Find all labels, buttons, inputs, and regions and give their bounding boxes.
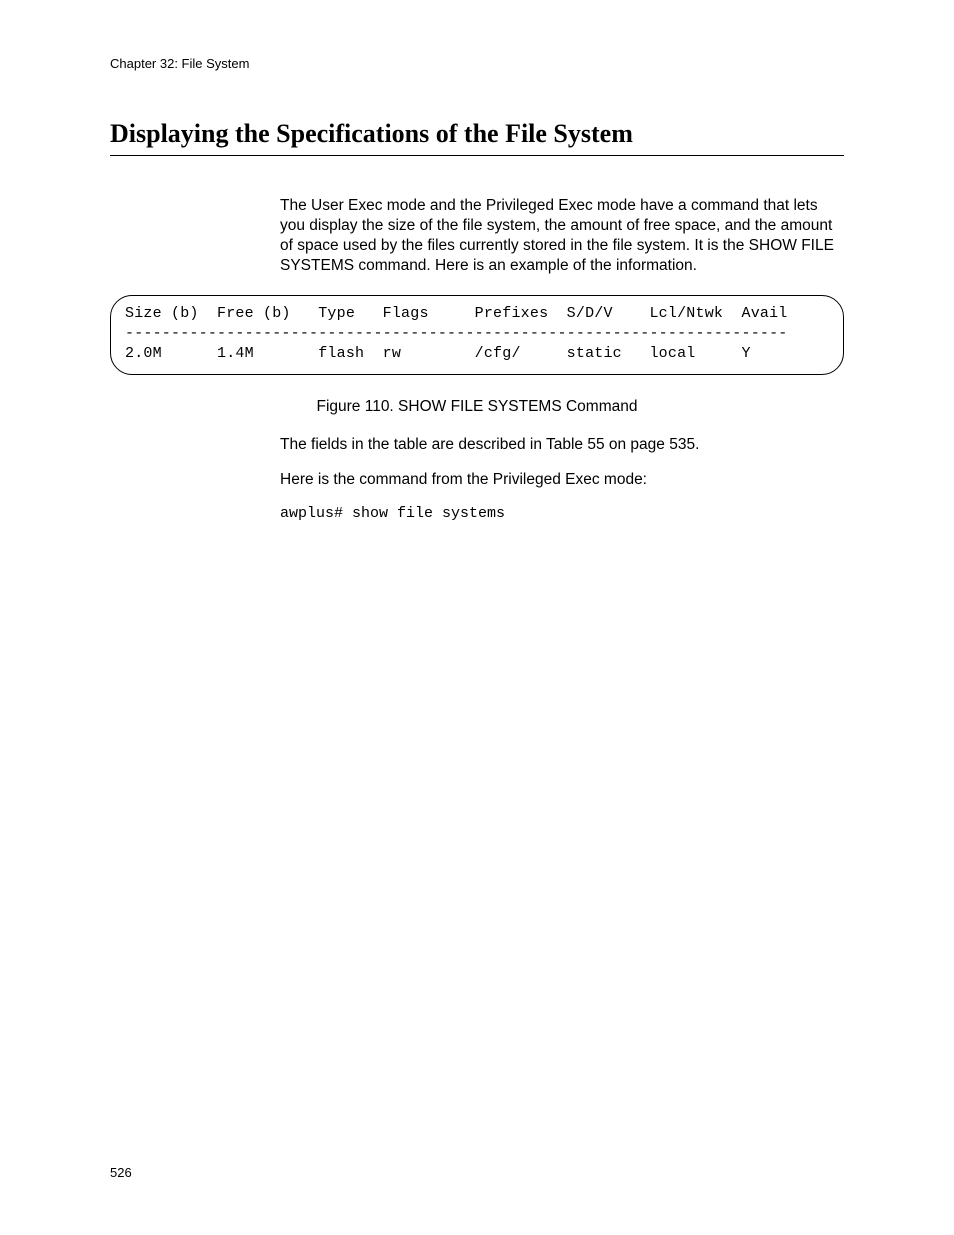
command-line: awplus# show file systems [280,504,844,524]
cli-output-box: Size (b) Free (b) Type Flags Prefixes S/… [110,295,844,376]
page-number: 526 [110,1165,132,1180]
command-intro-paragraph: Here is the command from the Privileged … [280,470,844,490]
fields-paragraph: The fields in the table are described in… [280,435,844,455]
page: Chapter 32: File System Displaying the S… [0,0,954,1235]
figure-caption: Figure 110. SHOW FILE SYSTEMS Command [110,397,844,417]
chapter-header: Chapter 32: File System [110,56,844,71]
intro-paragraph: The User Exec mode and the Privileged Ex… [280,196,844,277]
section-title: Displaying the Specifications of the Fil… [110,119,844,156]
figure-block: Size (b) Free (b) Type Flags Prefixes S/… [110,295,844,418]
body-column: The User Exec mode and the Privileged Ex… [280,196,844,523]
